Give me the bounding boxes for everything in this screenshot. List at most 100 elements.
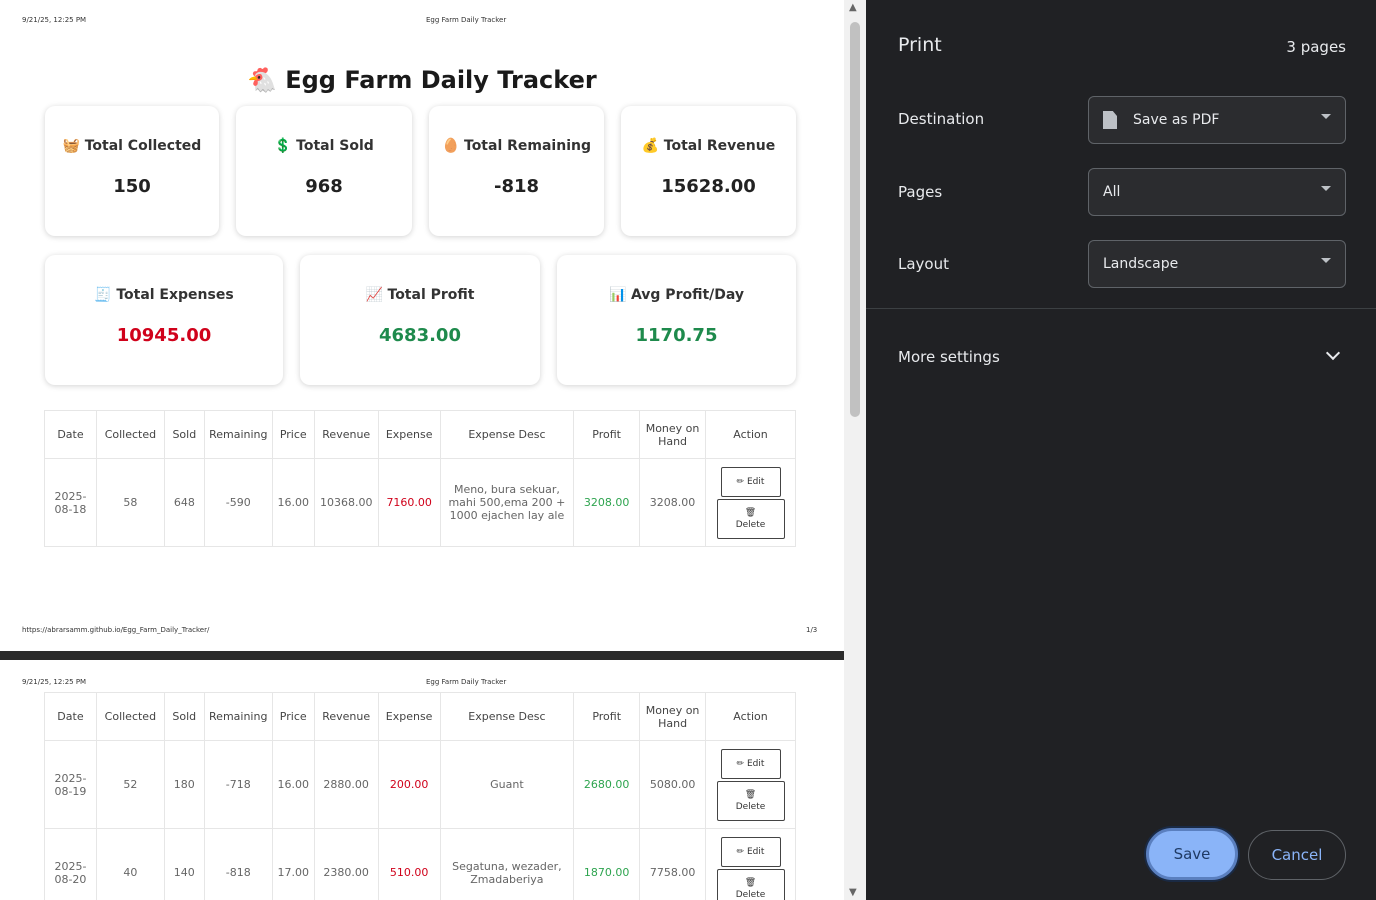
card-total-revenue: 💰 Total Revenue 15628.00 xyxy=(621,106,796,236)
card-value: 4683.00 xyxy=(379,325,461,346)
preview-page-1: 9/21/25, 12:25 PM Egg Farm Daily Tracker… xyxy=(0,0,844,651)
chicken-icon: 🐔 xyxy=(247,66,278,94)
cell-profit: 1870.00 xyxy=(573,828,641,900)
th-remaining: Remaining xyxy=(203,410,273,459)
card-value: -818 xyxy=(493,176,540,197)
page-header-date: 9/21/25, 12:25 PM xyxy=(22,16,87,24)
cell-remaining: -818 xyxy=(203,828,273,900)
th-money-on-hand: Money on Hand xyxy=(639,410,706,459)
cancel-button[interactable]: Cancel xyxy=(1248,830,1346,880)
table-row: 2025-08-19 52 180 -718 16.00 2880.00 200… xyxy=(44,740,796,829)
edit-button[interactable]: ✏ Edit xyxy=(720,836,781,867)
egg-icon: 🥚 xyxy=(442,138,460,154)
page-footer-url: https://abrarsamm.github.io/Egg_Farm_Dai… xyxy=(22,626,210,634)
dropdown-caret-icon xyxy=(1321,114,1331,119)
th-action: Action xyxy=(705,692,796,741)
layout-label: Layout xyxy=(898,255,949,273)
chart-up-icon: 📈 xyxy=(365,287,383,303)
cell-expense-desc: Segatuna, wezader, Zmadaberiya xyxy=(439,828,575,900)
cell-expense: 200.00 xyxy=(377,740,441,829)
pencil-icon: ✏ xyxy=(736,476,745,487)
th-profit: Profit xyxy=(573,692,641,741)
cell-revenue: 2880.00 xyxy=(313,740,379,829)
delete-button[interactable]: 🗑 Delete xyxy=(716,780,785,821)
cell-profit: 3208.00 xyxy=(573,458,641,547)
card-label: Total Remaining xyxy=(464,138,591,154)
cell-expense: 7160.00 xyxy=(377,458,441,547)
pages-label: Pages xyxy=(898,183,943,201)
cell-revenue: 2380.00 xyxy=(313,828,379,900)
th-remaining: Remaining xyxy=(203,692,273,741)
cell-collected: 58 xyxy=(95,458,165,547)
cell-sold: 140 xyxy=(163,828,205,900)
dropdown-caret-icon xyxy=(1321,186,1331,191)
table-header-row: Date Collected Sold Remaining Price Reve… xyxy=(44,692,796,741)
more-settings-toggle[interactable]: More settings xyxy=(898,348,1000,366)
th-price: Price xyxy=(271,692,315,741)
cell-price: 16.00 xyxy=(271,740,315,829)
page-header-title: Egg Farm Daily Tracker xyxy=(426,16,507,24)
th-action: Action xyxy=(705,410,796,459)
th-expense-desc: Expense Desc xyxy=(439,410,575,459)
receipt-icon: 🧾 xyxy=(94,287,112,303)
scrollbar-thumb[interactable] xyxy=(850,22,860,417)
records-table-continued: Date Collected Sold Remaining Price Reve… xyxy=(44,692,796,900)
card-value: 150 xyxy=(113,176,151,197)
delete-label: Delete xyxy=(735,889,766,900)
cell-money-on-hand: 3208.00 xyxy=(639,458,706,547)
page-separator xyxy=(0,651,844,660)
chevron-down-icon[interactable] xyxy=(1325,345,1341,361)
cell-date: 2025-08-18 xyxy=(44,458,97,547)
page-title-text: Egg Farm Daily Tracker xyxy=(285,66,597,94)
table-header-row: Date Collected Sold Remaining Price Reve… xyxy=(44,410,796,459)
th-expense: Expense xyxy=(377,410,441,459)
delete-button[interactable]: 🗑 Delete xyxy=(716,868,785,900)
card-total-collected: 🧺 Total Collected 150 xyxy=(45,106,219,236)
pages-value: All xyxy=(1103,184,1121,200)
delete-button[interactable]: 🗑 Delete xyxy=(716,498,785,539)
panel-title: Print xyxy=(898,34,942,56)
scroll-down-icon[interactable]: ▼ xyxy=(849,887,857,898)
save-button[interactable]: Save xyxy=(1146,828,1238,880)
cell-expense-desc: Guant xyxy=(439,740,575,829)
bar-chart-icon: 📊 xyxy=(608,287,627,303)
scroll-up-icon[interactable]: ▲ xyxy=(849,2,857,13)
preview-page-2: 9/21/25, 12:25 PM Egg Farm Daily Tracker… xyxy=(0,660,844,900)
cell-profit: 2680.00 xyxy=(573,740,641,829)
destination-select[interactable]: Save as PDF xyxy=(1088,96,1346,144)
cell-price: 16.00 xyxy=(271,458,315,547)
page-title: 🐔 Egg Farm Daily Tracker xyxy=(0,66,844,94)
trash-icon: 🗑 xyxy=(744,507,757,518)
money-bag-icon: 💰 xyxy=(641,138,660,154)
dropdown-caret-icon xyxy=(1321,258,1331,263)
edit-button[interactable]: ✏ Edit xyxy=(720,466,781,497)
delete-label: Delete xyxy=(735,519,766,530)
dollar-icon: 💲 xyxy=(274,138,292,154)
edit-button[interactable]: ✏ Edit xyxy=(720,748,781,779)
th-expense: Expense xyxy=(377,692,441,741)
card-label: Total Collected xyxy=(84,138,202,154)
card-total-remaining: 🥚 Total Remaining -818 xyxy=(429,106,604,236)
panel-divider xyxy=(866,308,1376,309)
page-header-title: Egg Farm Daily Tracker xyxy=(426,678,507,686)
print-settings-panel: Print 3 pages Destination Save as PDF Pa… xyxy=(866,0,1376,900)
card-label: Avg Profit/Day xyxy=(630,287,745,303)
destination-value: Save as PDF xyxy=(1133,112,1220,128)
card-value: 15628.00 xyxy=(661,176,756,197)
pages-select[interactable]: All xyxy=(1088,168,1346,216)
card-label: Total Profit xyxy=(387,287,475,303)
th-profit: Profit xyxy=(573,410,641,459)
cell-collected: 40 xyxy=(95,828,165,900)
cell-date: 2025-08-20 xyxy=(44,828,97,900)
layout-select[interactable]: Landscape xyxy=(1088,240,1346,288)
cell-expense: 510.00 xyxy=(377,828,441,900)
edit-label: Edit xyxy=(746,476,765,487)
preview-scrollbar[interactable]: ▲ ▼ xyxy=(844,0,866,900)
cell-price: 17.00 xyxy=(271,828,315,900)
layout-value: Landscape xyxy=(1103,256,1179,272)
th-price: Price xyxy=(271,410,315,459)
card-total-profit: 📈 Total Profit 4683.00 xyxy=(300,255,540,385)
cell-remaining: -718 xyxy=(203,740,273,829)
basket-icon: 🧺 xyxy=(62,138,81,154)
th-sold: Sold xyxy=(163,410,205,459)
